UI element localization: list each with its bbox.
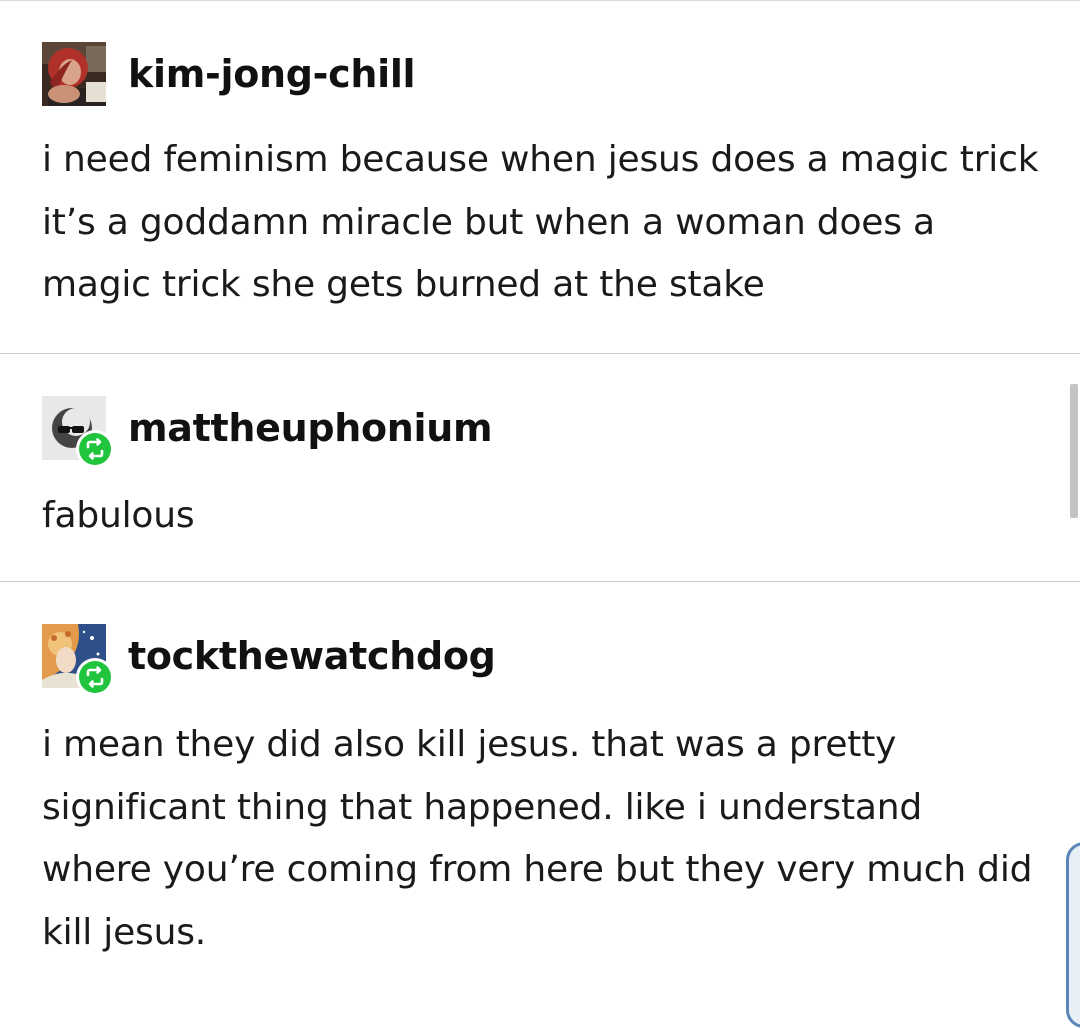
edge-widget [1066,842,1080,1028]
post-kim-jong-chill: kim-jong-chill i need feminism because w… [0,0,1080,354]
scrollbar-thumb[interactable] [1070,384,1078,518]
post-text: i need feminism because when jesus does … [42,139,1039,305]
reblog-icon [86,438,104,460]
post-header: mattheuphonium [42,396,493,468]
reblog-icon [86,666,104,688]
post-text: i mean they did also kill jesus. that wa… [42,724,1033,953]
avatar[interactable] [42,396,114,468]
username[interactable]: kim-jong-chill [128,55,416,93]
post-header: kim-jong-chill [42,42,416,106]
username[interactable]: tockthewatchdog [128,637,496,675]
reblog-badge [76,658,114,696]
post-text: fabulous [42,495,195,536]
user-photo-avatar-icon [42,42,106,106]
username[interactable]: mattheuphonium [128,409,493,447]
avatar[interactable] [42,42,106,106]
post-mattheuphonium: mattheuphonium fabulous [0,354,1080,582]
scrollbar[interactable] [1068,384,1080,518]
reblog-badge [76,430,114,468]
post-header: tockthewatchdog [42,624,496,696]
post-tockthewatchdog: tockthewatchdog i mean they did also kil… [0,582,1080,1003]
avatar[interactable] [42,624,114,696]
